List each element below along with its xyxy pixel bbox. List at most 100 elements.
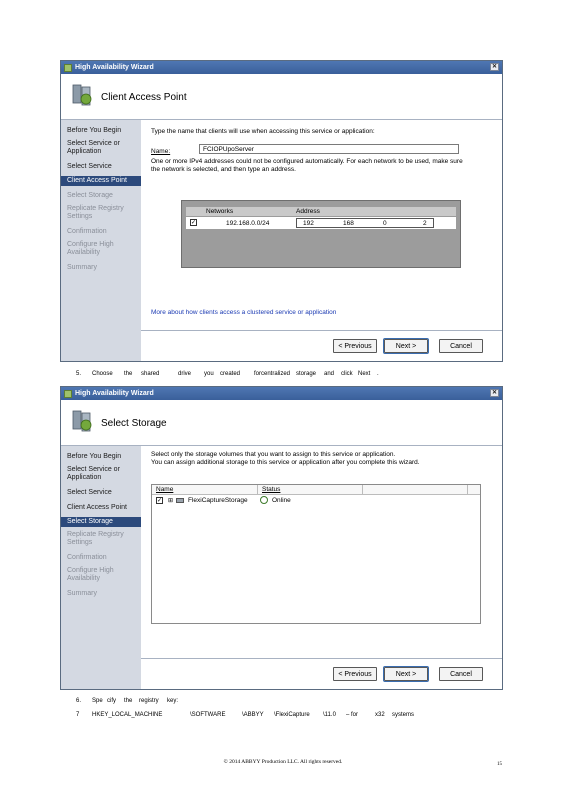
button-bar: < Previous Next > Cancel <box>141 658 502 689</box>
caption-word: registry <box>139 698 159 704</box>
window-title: High Availability Wizard <box>75 390 154 397</box>
title-bar: High Availability Wizard ✕ <box>61 61 502 74</box>
wizard-steps-sidebar: Before You Begin Select Service or Appli… <box>61 446 141 689</box>
online-status-icon <box>260 496 268 504</box>
wizard-window-client-access-point: High Availability Wizard ✕ Client Access… <box>60 60 503 362</box>
step-select-service-or-application[interactable]: Select Service or Application <box>67 466 139 482</box>
address-input[interactable]: 192 168 0 2 <box>296 218 434 228</box>
registry-path-part: \SOFTWARE <box>190 712 226 718</box>
registry-path-part: \11.0 <box>323 712 336 718</box>
caption-word: Spe <box>92 698 103 704</box>
step-select-storage[interactable]: Select Storage <box>61 517 141 527</box>
wizard-header: Client Access Point <box>61 74 502 120</box>
caption-word: you <box>204 371 214 377</box>
caption-word: storage <box>296 371 317 377</box>
registry-path-part: \ABBYY <box>242 712 264 718</box>
table-row: ✓ 192.168.0.0/24 192 168 0 2 <box>186 217 456 229</box>
registry-path-part: – for <box>346 712 359 718</box>
col-name: Name <box>156 486 174 493</box>
step-replicate-registry-settings: Replicate Registry Settings <box>67 531 124 546</box>
col-status: Status <box>262 486 281 493</box>
copyright-footer: © 2014 ABBYY Production LLC. All rights … <box>223 759 343 765</box>
page-title: Select Storage <box>101 418 167 429</box>
network-value: 192.168.0.0/24 <box>226 220 270 227</box>
step-select-storage: Select Storage <box>67 192 113 199</box>
previous-button[interactable]: < Previous <box>333 667 377 681</box>
step-5-number: 5. <box>76 371 82 377</box>
caption-word: created <box>220 371 241 377</box>
disk-icon <box>176 498 184 503</box>
caption-word: the <box>124 371 133 377</box>
caption-word: Choose <box>92 371 113 377</box>
instruction-text-2: You can assign additional storage to thi… <box>151 459 420 466</box>
cancel-button[interactable]: Cancel <box>439 667 483 681</box>
step-select-service[interactable]: Select Service <box>67 489 139 497</box>
registry-path-part: systems <box>392 712 415 718</box>
close-icon[interactable]: ✕ <box>490 63 499 71</box>
table-header: Name Status <box>152 485 480 495</box>
page-number: 15 <box>497 762 502 767</box>
name-input[interactable]: FCIOPUpoServer <box>199 144 459 154</box>
cancel-button[interactable]: Cancel <box>439 339 483 353</box>
instruction-text: Type the name that clients will use when… <box>151 128 375 135</box>
wizard-header: Select Storage <box>61 400 502 446</box>
instruction-text-1: Select only the storage volumes that you… <box>151 451 396 458</box>
step-before-you-begin[interactable]: Before You Begin <box>67 127 139 135</box>
caption-word: . <box>377 371 379 377</box>
storage-status: Online <box>272 497 291 504</box>
registry-path-part: x32 <box>375 712 385 718</box>
network-table: Networks Address ✓ 192.168.0.0/24 192 16… <box>181 200 461 268</box>
wizard-content: Type the name that clients will use when… <box>141 120 502 361</box>
wizard-app-icon <box>64 63 72 72</box>
help-link[interactable]: More about how clients access a clustere… <box>151 309 336 316</box>
caption-word: cify <box>107 698 116 704</box>
step-client-access-point[interactable]: Client Access Point <box>61 176 141 186</box>
address-octet-2: 168 <box>343 220 354 227</box>
step-confirmation: Confirmation <box>67 554 107 561</box>
previous-button[interactable]: < Previous <box>333 339 377 353</box>
next-button[interactable]: Next > <box>383 666 429 682</box>
warning-text-line2: the network is selected, and then type a… <box>151 166 296 173</box>
next-button[interactable]: Next > <box>383 338 429 354</box>
storage-list: Name Status ✓ ⊞ FlexiCaptureStorage Onli… <box>151 484 481 624</box>
step-configure-high-availability: Configure High Availability <box>67 241 114 256</box>
step-confirmation: Confirmation <box>67 228 107 235</box>
step-select-service[interactable]: Select Service <box>67 163 139 171</box>
caption-word: drive <box>178 371 192 377</box>
table-row[interactable]: ✓ ⊞ FlexiCaptureStorage Online <box>152 495 480 506</box>
name-label: Name: <box>151 148 171 155</box>
address-octet-3: 0 <box>383 220 387 227</box>
step-client-access-point[interactable]: Client Access Point <box>67 504 139 512</box>
caption-word: click <box>341 371 353 377</box>
address-octet-4: 2 <box>423 220 427 227</box>
col-address: Address <box>296 208 320 215</box>
step-summary: Summary <box>67 264 97 271</box>
caption-word: and <box>324 371 335 377</box>
storage-name: FlexiCaptureStorage <box>188 497 248 504</box>
window-title: High Availability Wizard <box>75 64 154 71</box>
step-before-you-begin[interactable]: Before You Begin <box>67 453 139 461</box>
title-bar: High Availability Wizard ✕ <box>61 387 502 400</box>
caption-word: the <box>124 698 133 704</box>
step-7-number: 7 <box>76 712 80 718</box>
storage-checkbox[interactable]: ✓ <box>156 497 163 504</box>
cluster-icon <box>72 84 92 106</box>
registry-path-part: \FlexiCapture <box>274 712 310 718</box>
wizard-steps-sidebar: Before You Begin Select Service or Appli… <box>61 120 141 361</box>
table-header: Networks Address <box>186 207 456 216</box>
step-select-service-or-application[interactable]: Select Service or Application <box>67 140 139 156</box>
network-checkbox[interactable]: ✓ <box>190 219 197 226</box>
warning-text-line1: One or more IPv4 addresses could not be … <box>151 158 463 165</box>
caption-word: Next <box>358 371 371 377</box>
wizard-content: Select only the storage volumes that you… <box>141 446 502 689</box>
close-icon[interactable]: ✕ <box>490 389 499 397</box>
caption-word: shared <box>141 371 160 377</box>
expand-icon[interactable]: ⊞ <box>168 497 173 504</box>
page-title: Client Access Point <box>101 92 187 103</box>
address-octet-1: 192 <box>303 220 314 227</box>
step-configure-high-availability: Configure High Availability <box>67 567 114 582</box>
caption-word: key: <box>167 698 179 704</box>
col-networks: Networks <box>206 208 234 215</box>
button-bar: < Previous Next > Cancel <box>141 330 502 361</box>
step-6-number: 6. <box>76 698 82 704</box>
